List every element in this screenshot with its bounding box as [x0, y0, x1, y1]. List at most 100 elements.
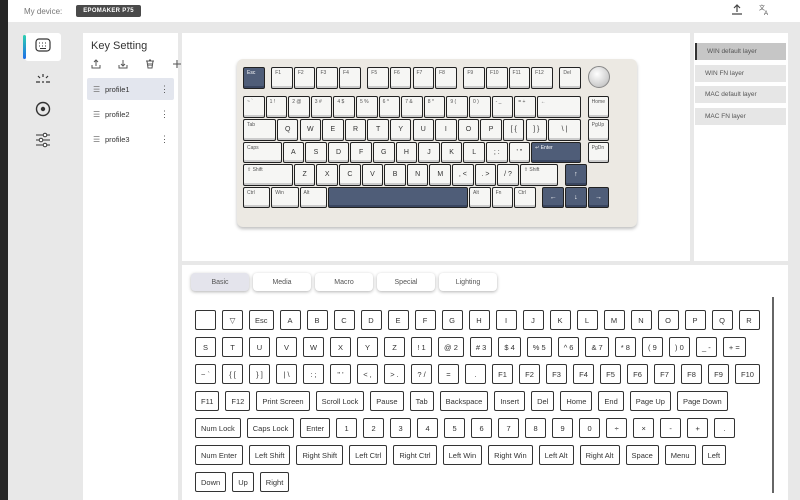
- key-option[interactable]: _ -: [695, 337, 717, 357]
- keycap[interactable]: PgUp: [587, 118, 610, 141]
- key-option[interactable]: Left: [701, 445, 727, 465]
- key-option[interactable]: F8: [681, 364, 702, 384]
- translate-icon[interactable]: 文A: [758, 3, 772, 17]
- keycap[interactable]: ↵ Enter: [531, 141, 581, 164]
- key-option[interactable]: Left Win: [442, 445, 483, 465]
- keycap[interactable]: ↓: [565, 186, 587, 209]
- keycap[interactable]: ←: [536, 96, 581, 118]
- more-options-icon[interactable]: ⋮: [160, 109, 169, 120]
- key-option[interactable]: Up: [232, 472, 254, 492]
- keycap[interactable]: F10: [485, 67, 508, 89]
- key-option[interactable]: Num Lock: [195, 418, 241, 438]
- key-option[interactable]: } ]: [249, 364, 270, 384]
- keycap[interactable]: ↑: [565, 164, 587, 186]
- key-option[interactable]: ? /: [411, 364, 432, 384]
- key-option[interactable]: =: [438, 364, 459, 384]
- key-option[interactable]: 0: [579, 418, 601, 438]
- key-option[interactable]: R: [738, 310, 760, 330]
- keycap[interactable]: F7: [412, 67, 435, 89]
- keycap[interactable]: A: [282, 141, 305, 164]
- keycap[interactable]: 0 ): [469, 96, 491, 118]
- keycap[interactable]: C: [339, 164, 361, 186]
- more-options-icon[interactable]: ⋮: [160, 84, 169, 95]
- keycap[interactable]: E: [322, 118, 344, 141]
- key-option[interactable]: .: [714, 418, 736, 438]
- key-option[interactable]: < ,: [357, 364, 378, 384]
- key-option[interactable]: 1: [336, 418, 358, 438]
- key-option[interactable]: F11: [195, 391, 220, 411]
- key-option[interactable]: -: [660, 418, 682, 438]
- keycap[interactable]: Alt: [299, 186, 327, 209]
- key-option[interactable]: Right Alt: [579, 445, 620, 465]
- keycap[interactable]: = +: [514, 96, 536, 118]
- key-option[interactable]: K: [549, 310, 571, 330]
- key-option[interactable]: Pause: [370, 391, 404, 411]
- key-option[interactable]: & 7: [585, 337, 609, 357]
- key-option[interactable]: Num Enter: [195, 445, 243, 465]
- key-option[interactable]: + =: [722, 337, 746, 357]
- key-option[interactable]: : ;: [303, 364, 324, 384]
- keycap[interactable]: Q: [276, 118, 299, 141]
- key-option[interactable]: F7: [654, 364, 675, 384]
- keycap[interactable]: F4: [339, 67, 361, 89]
- keycap[interactable]: X: [316, 164, 339, 186]
- key-option[interactable]: Esc: [249, 310, 274, 330]
- keycap[interactable]: Tab: [243, 118, 276, 141]
- key-option[interactable]: # 3: [469, 337, 493, 357]
- key-option[interactable]: Page Up: [629, 391, 671, 411]
- key-option[interactable]: 5: [444, 418, 466, 438]
- key-option[interactable]: Backspace: [439, 391, 489, 411]
- key-option[interactable]: @ 2: [438, 337, 464, 357]
- keycap[interactable]: D: [327, 141, 350, 164]
- keycap[interactable]: ⇧ Shift: [519, 164, 559, 186]
- layer-win-default[interactable]: WIN default layer: [695, 43, 786, 60]
- profile-item[interactable]: ☰ profile3 ⋮: [87, 128, 174, 150]
- keycap[interactable]: B: [384, 164, 406, 186]
- keycap[interactable]: F5: [367, 67, 389, 89]
- keycap[interactable]: 6 ^: [378, 96, 401, 118]
- key-option[interactable]: F12: [225, 391, 251, 411]
- keycap[interactable]: F12: [531, 67, 553, 89]
- key-option[interactable]: N: [630, 310, 652, 330]
- nav-macro[interactable]: [25, 97, 61, 125]
- keycap[interactable]: , <: [452, 164, 474, 186]
- keycap[interactable]: F2: [293, 67, 316, 89]
- key-option[interactable]: I: [495, 310, 517, 330]
- keycap[interactable]: F9: [463, 67, 485, 89]
- keycap[interactable]: Home: [587, 96, 610, 118]
- key-option[interactable]: X: [330, 337, 351, 357]
- key-option[interactable]: L: [576, 310, 598, 330]
- key-option[interactable]: ^ 6: [557, 337, 580, 357]
- key-option[interactable]: $ 4: [498, 337, 521, 357]
- key-option[interactable]: % 5: [526, 337, 552, 357]
- key-option[interactable]: ~ `: [195, 364, 216, 384]
- key-option[interactable]: F4: [573, 364, 594, 384]
- key-option[interactable]: Space: [625, 445, 659, 465]
- profile-item[interactable]: ☰ profile2 ⋮: [87, 103, 174, 125]
- key-option[interactable]: | \: [276, 364, 297, 384]
- key-option[interactable]: D: [360, 310, 382, 330]
- keycap[interactable]: ; :: [485, 141, 508, 164]
- key-option[interactable]: Del: [531, 391, 555, 411]
- keycap[interactable]: ~ `: [243, 96, 265, 118]
- key-option[interactable]: .: [465, 364, 486, 384]
- volume-knob[interactable]: [587, 66, 610, 88]
- key-option[interactable]: T: [222, 337, 243, 357]
- keycap[interactable]: J: [418, 141, 440, 164]
- keycap[interactable]: K: [440, 141, 463, 164]
- keycap[interactable]: G: [372, 141, 395, 164]
- keycap[interactable]: 9 (: [446, 96, 468, 118]
- key-option[interactable]: 7: [498, 418, 520, 438]
- keycap[interactable]: M: [429, 164, 452, 186]
- keycap[interactable]: ' ": [508, 141, 531, 164]
- keycap[interactable]: W: [299, 118, 322, 141]
- key-option[interactable]: " ': [330, 364, 351, 384]
- scrollbar[interactable]: [772, 297, 774, 493]
- keycap[interactable]: 7 &: [401, 96, 423, 118]
- key-option[interactable]: 8: [525, 418, 547, 438]
- keycap[interactable]: Y: [389, 118, 412, 141]
- key-option[interactable]: Left Ctrl: [349, 445, 388, 465]
- keycap[interactable]: H: [395, 141, 418, 164]
- key-option[interactable]: P: [684, 310, 706, 330]
- keycap[interactable]: F11: [508, 67, 531, 89]
